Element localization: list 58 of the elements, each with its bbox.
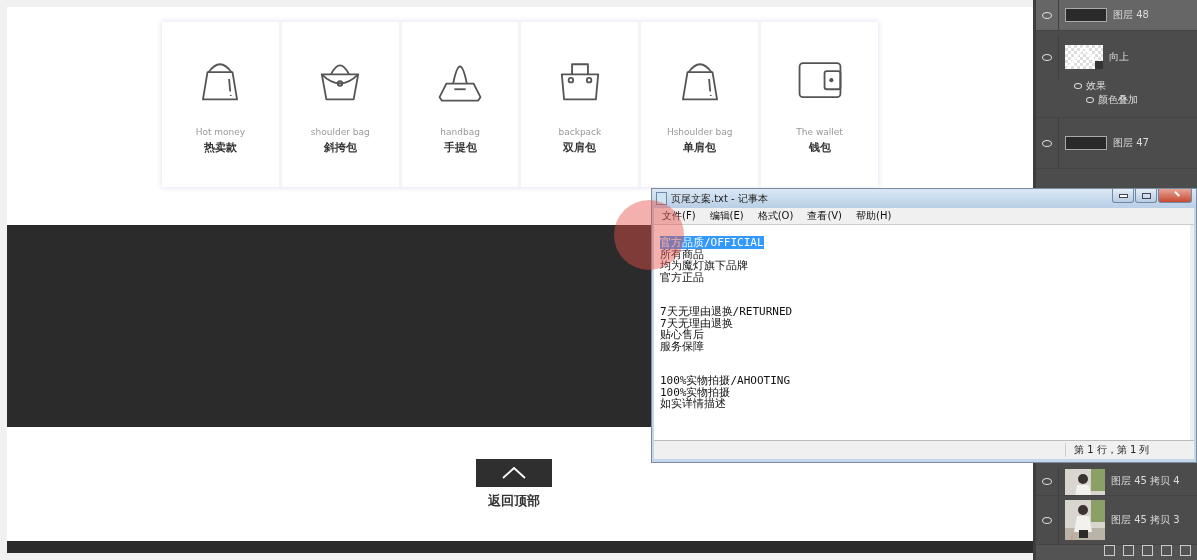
text-area[interactable]: 官方品质/OFFICIAL 所有商品 均为魔灯旗下品牌 官方正品 7天无理由退换/RETURNED 7天无理由退换 贴心售后 服务保障 100%实物拍摄/AHOOTING 100%实物拍摄 如实详情描述 — [654, 224, 1194, 440]
category-label: 单肩包 — [683, 140, 717, 156]
layer-thumbnail — [1065, 8, 1107, 22]
chevron-up-icon — [501, 466, 527, 480]
category-label: 热卖款 — [203, 140, 237, 156]
text-line: 均为魔灯旗下品牌 — [660, 259, 748, 272]
category-card[interactable]: Hot money 热卖款 — [162, 22, 279, 187]
category-label: 双肩包 — [563, 140, 597, 156]
category-label-en: The wallet — [796, 126, 843, 138]
layer-row[interactable]: 图层 45 拷贝 4 — [1036, 467, 1197, 496]
layer-name: 图层 47 — [1113, 136, 1149, 150]
category-label-en: Hshoulder bag — [666, 126, 733, 138]
text-line: 官方正品 — [660, 270, 704, 284]
layer-row[interactable]: 图层 47 — [1036, 118, 1197, 169]
text-line: 服务保障 — [660, 339, 704, 353]
category-card[interactable]: handbag 手提包 — [401, 22, 519, 187]
menu-item[interactable]: 文件(F) — [662, 209, 696, 223]
category-label: 钱包 — [808, 140, 831, 156]
menu-item[interactable]: 查看(V) — [807, 209, 843, 223]
category-label-en: handbag — [440, 126, 480, 138]
layer-row[interactable]: 向上 效果 颜色叠加 — [1036, 31, 1197, 118]
layer-name: 向上 — [1109, 50, 1129, 64]
menu-item[interactable]: 格式(O) — [757, 209, 794, 223]
scrollbar[interactable] — [1190, 225, 1194, 440]
layer-row[interactable]: 图层 48 — [1036, 0, 1197, 31]
category-label-en: backpack — [558, 126, 602, 138]
back-to-top-button[interactable] — [476, 459, 552, 487]
text-line: 7天无理由退换 — [660, 316, 733, 330]
category-card[interactable]: The wallet 钱包 — [761, 22, 878, 187]
layer-name: 图层 45 拷贝 3 — [1111, 513, 1180, 527]
back-to-top-label[interactable]: 返回顶部 — [488, 492, 540, 510]
category-label-en: Hot money — [195, 126, 246, 138]
category-label: 斜挎包 — [323, 140, 357, 156]
text-line: 100%实物拍摄/AHOOTING — [660, 374, 791, 387]
effect-name[interactable]: 颜色叠加 — [1098, 93, 1138, 107]
text-line: 所有商品 — [660, 247, 704, 261]
close-button[interactable] — [1158, 189, 1192, 203]
category-card[interactable]: backpack 双肩包 — [521, 22, 639, 187]
category-label-en: shoulder bag — [310, 126, 370, 138]
category-card[interactable]: shoulder bag 斜挎包 — [281, 22, 399, 187]
layer-thumbnail — [1065, 45, 1103, 69]
cursor-position: 第 1 行，第 1 列 — [1065, 443, 1194, 457]
layer-name: 图层 45 拷贝 4 — [1111, 474, 1180, 488]
window-title: 页尾文案.txt - 记事本 — [671, 191, 768, 206]
text-line: 7天无理由退换/RETURNED — [660, 305, 793, 318]
layer-name: 图层 48 — [1113, 8, 1149, 22]
category-label: 手提包 — [443, 140, 477, 156]
layer-row[interactable]: 图层 45 拷贝 3 — [1036, 496, 1197, 545]
layer-thumbnail — [1065, 136, 1107, 150]
category-card[interactable]: Hshoulder bag 单肩包 — [641, 22, 759, 187]
effect-name[interactable]: 效果 — [1086, 79, 1106, 93]
text-line: 如实详情描述 — [660, 397, 726, 410]
text-line: 贴心售后 — [660, 328, 704, 341]
menu-item[interactable]: 帮助(H) — [856, 209, 892, 223]
menu-item[interactable]: 编辑(E) — [709, 209, 744, 223]
notepad-icon — [656, 192, 667, 205]
minimize-button[interactable] — [1112, 189, 1134, 203]
maximize-button[interactable] — [1135, 189, 1157, 203]
